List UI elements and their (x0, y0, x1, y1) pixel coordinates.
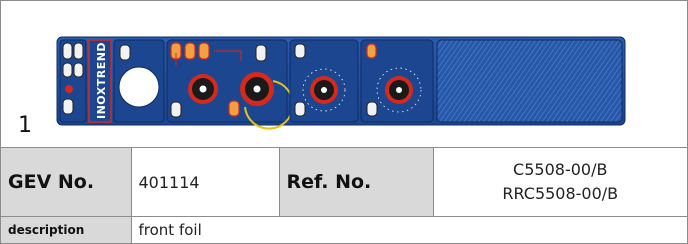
image-index: 1 (18, 113, 32, 138)
left-indicator-module (59, 39, 87, 123)
brand-logo-text: INOXTREND (95, 42, 108, 119)
knob-module-1 (289, 39, 359, 123)
spare-part-sheet: INOXTREND 1 GEV No. 401114 Ref. No. C550… (0, 0, 688, 244)
ref-values: C5508-00/B RRC5508-00/B (432, 148, 687, 217)
front-foil-image: INOXTREND (56, 36, 626, 130)
part-number-row: GEV No. 401114 Ref. No. C5508-00/B RRC55… (1, 148, 687, 217)
display-module (113, 39, 165, 123)
double-knob-module (166, 39, 294, 130)
product-image-cell: INOXTREND 1 (1, 1, 687, 148)
ref-label: Ref. No. (278, 148, 434, 217)
part-info-table: GEV No. 401114 Ref. No. C5508-00/B RRC55… (1, 148, 687, 244)
gev-value: 401114 (130, 148, 280, 217)
description-row: description front foil (1, 216, 687, 244)
ref-value-1: C5508-00/B (513, 160, 608, 179)
description-label: description (1, 216, 132, 244)
gev-label: GEV No. (1, 148, 132, 217)
ref-value-2: RRC5508-00/B (502, 184, 619, 203)
textured-blank-area (436, 39, 623, 123)
brand-strip: INOXTREND (88, 39, 112, 123)
knob-module-2 (360, 39, 434, 123)
description-value: front foil (130, 216, 687, 244)
